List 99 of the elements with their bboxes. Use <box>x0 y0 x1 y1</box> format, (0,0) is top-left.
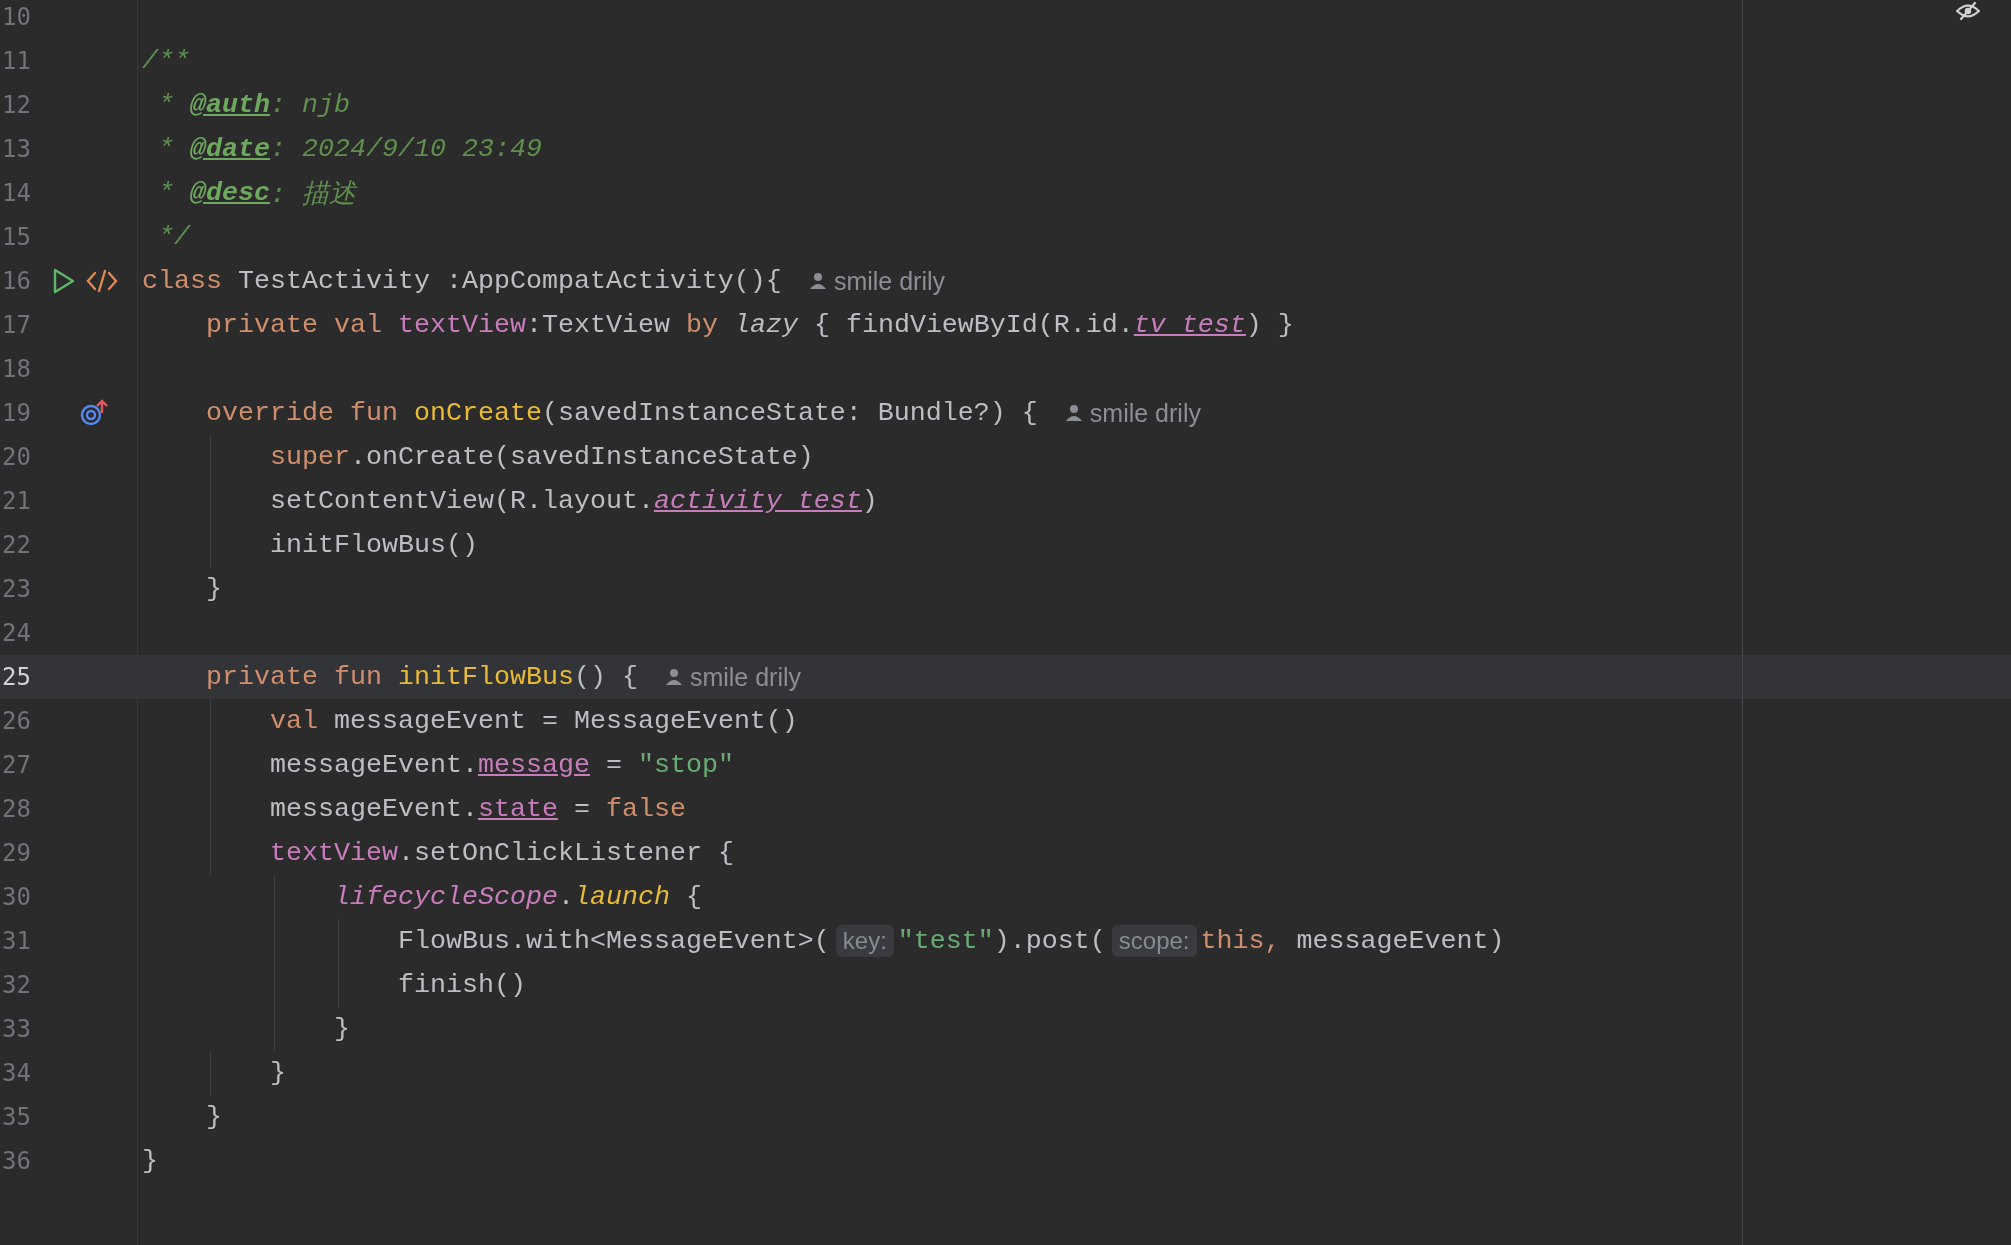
author-hint[interactable]: smile drily <box>665 662 802 692</box>
keyword: false <box>605 794 686 824</box>
keyword: by <box>685 310 719 340</box>
line-number: 34 <box>1 1059 32 1087</box>
line-number: 14 <box>1 179 32 207</box>
line-number: 15 <box>1 223 32 251</box>
resource-name: activity_test <box>653 486 862 516</box>
code-text: messageEvent = MessageEvent() <box>333 706 798 736</box>
line-number: 28 <box>1 795 32 823</box>
line-number: 33 <box>1 1015 32 1043</box>
parameter-hint: key: <box>835 925 894 957</box>
code-text: FlowBus.with<MessageEvent>( <box>396 926 830 956</box>
code-text: messageEvent. <box>268 794 478 824</box>
line-number: 10 <box>1 3 32 31</box>
comment-text: * <box>157 134 175 164</box>
doc-tag: @date <box>190 134 270 164</box>
hidden-eye-icon[interactable] <box>1955 0 1981 22</box>
code-text: . <box>557 882 574 912</box>
code-text: TestActivity :AppCompatActivity(){ <box>238 266 782 296</box>
keyword: val <box>268 706 319 736</box>
line-number: 35 <box>1 1103 32 1131</box>
doc-tag: @desc <box>190 178 270 208</box>
code-text: } <box>268 1058 286 1088</box>
line-number: 24 <box>1 619 32 647</box>
resource-name: tv_test <box>1133 310 1246 340</box>
keyword: this, <box>1200 926 1282 956</box>
code-text: messageEvent) <box>1296 926 1505 956</box>
code-text: = <box>604 750 623 780</box>
function-name: onCreate <box>413 398 542 428</box>
line-number: 36 <box>1 1147 32 1175</box>
line-number: 29 <box>1 839 32 867</box>
line-number: 11 <box>1 47 32 75</box>
line-number: 17 <box>1 311 32 339</box>
line-number: 32 <box>1 971 32 999</box>
code-text: } <box>332 1014 350 1044</box>
keyword: override fun <box>205 398 399 428</box>
author-hint[interactable]: smile drily <box>1065 398 1201 428</box>
property-name: lifecycleScope <box>332 882 558 912</box>
string-literal: "stop" <box>637 750 734 780</box>
code-text: messageEvent. <box>268 750 478 780</box>
property-name: message <box>477 750 590 780</box>
function-call: launch <box>573 882 670 912</box>
line-number: 25 <box>1 663 32 691</box>
code-tag-icon[interactable] <box>86 268 118 294</box>
line-number: 19 <box>1 399 32 427</box>
line-number: 31 <box>1 927 32 955</box>
line-number: 12 <box>1 91 32 119</box>
keyword: private val <box>205 310 383 340</box>
line-number: 27 <box>1 751 32 779</box>
keyword: class <box>142 266 223 296</box>
line-number: 26 <box>1 707 32 735</box>
comment-text: * <box>157 178 175 208</box>
code-text: { <box>684 882 702 912</box>
line-number: 30 <box>1 883 32 911</box>
line-number: 13 <box>1 135 32 163</box>
parameter-hint: scope: <box>1111 925 1197 957</box>
code-text: :TextView <box>525 310 671 340</box>
field-name: textView <box>397 310 526 340</box>
code-text: () { <box>573 662 638 692</box>
run-icon[interactable] <box>52 268 76 294</box>
code-text: = <box>572 794 591 824</box>
doc-tag: @auth <box>190 90 270 120</box>
field-name: textView <box>268 838 398 868</box>
code-text: ) <box>861 486 878 516</box>
property-name: state <box>477 794 558 824</box>
function-name: initFlowBus <box>397 662 574 692</box>
line-number: 20 <box>1 443 32 471</box>
comment-text: : 2024/9/10 23:49 <box>270 134 542 164</box>
override-target-icon[interactable] <box>80 399 110 427</box>
string-literal: "test" <box>897 926 994 956</box>
code-text: { findViewById(R.id. <box>812 310 1134 340</box>
keyword: private fun <box>205 662 383 692</box>
function-call: lazy <box>733 310 798 340</box>
code-text: } <box>205 1102 222 1132</box>
comment-text: : njb <box>270 90 350 120</box>
line-number: 16 <box>1 267 32 295</box>
code-text: } <box>142 1146 158 1176</box>
person-icon <box>1065 404 1082 422</box>
code-text: .setOnClickListener { <box>397 838 734 868</box>
code-text: (savedInstanceState: Bundle?) { <box>541 398 1038 428</box>
comment-text: /** <box>142 46 190 76</box>
code-text: initFlowBus() <box>268 530 478 560</box>
comment-text: : 描述 <box>270 179 356 211</box>
person-icon <box>809 272 826 290</box>
code-text: } <box>205 574 222 604</box>
keyword: super <box>268 442 350 472</box>
comment-text: */ <box>157 222 190 252</box>
code-text: finish() <box>396 970 526 1000</box>
line-number: 18 <box>1 355 32 383</box>
code-text: ) } <box>1245 310 1294 340</box>
line-number: 22 <box>1 531 32 559</box>
comment-text: * <box>157 90 175 120</box>
line-number: 23 <box>1 575 32 603</box>
line-number: 21 <box>1 487 32 515</box>
person-icon <box>665 668 682 686</box>
code-text: setContentView(R.layout. <box>268 486 654 516</box>
code-text: ).post( <box>993 926 1106 956</box>
author-hint[interactable]: smile drily <box>809 266 945 296</box>
code-text: .onCreate(savedInstanceState) <box>349 442 814 472</box>
